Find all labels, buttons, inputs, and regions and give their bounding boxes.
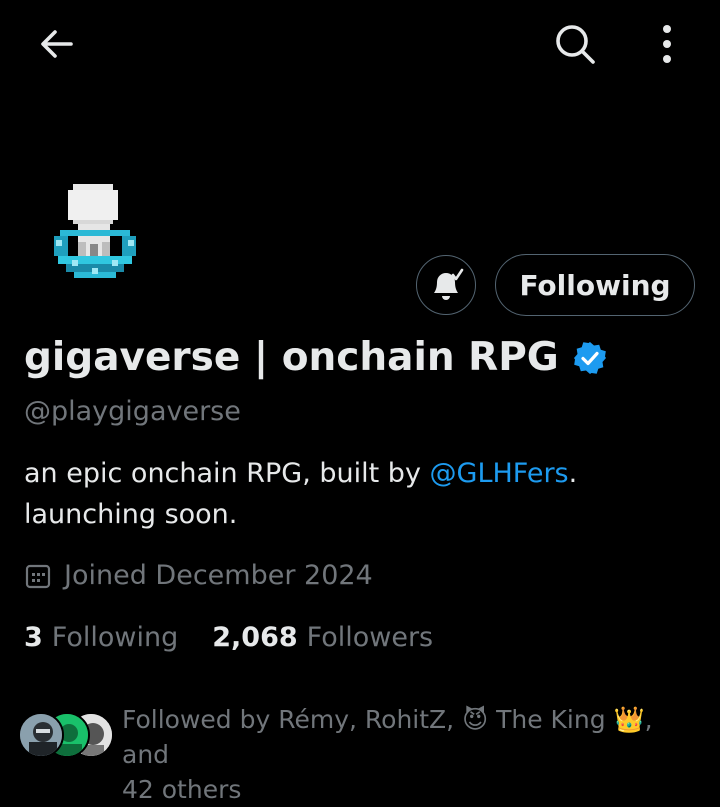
back-button[interactable] xyxy=(33,20,81,68)
calendar-icon xyxy=(25,564,51,588)
followed-by-text[interactable]: Followed by Rémy, RohitZ, 😈 The King 👑, … xyxy=(122,702,702,807)
followers-stat[interactable]: 2,068 Followers xyxy=(212,622,433,653)
devil-emoji: 😈 xyxy=(462,705,489,734)
pixel-ghost-avatar xyxy=(54,184,136,278)
followed-by-prefix: Followed by Rémy, RohitZ, xyxy=(122,705,463,734)
following-button-label: Following xyxy=(519,268,671,302)
profile-avatar[interactable] xyxy=(52,184,138,284)
bio-mention-link[interactable]: @GLHFers xyxy=(430,458,569,489)
joined-date: Joined December 2024 xyxy=(64,560,373,591)
followers-you-know-avatars[interactable] xyxy=(18,710,114,760)
bio-period: . xyxy=(568,458,578,489)
following-label: Following xyxy=(51,622,179,653)
following-count: 3 xyxy=(24,622,43,653)
more-button[interactable] xyxy=(643,20,691,68)
followers-count: 2,068 xyxy=(212,622,298,653)
followed-by-name: The King xyxy=(488,705,614,734)
bio-line2: launching soon. xyxy=(24,499,238,530)
user-handle: @playgigaverse xyxy=(24,396,241,427)
bell-check-icon xyxy=(434,268,464,300)
followers-label: Followers xyxy=(306,622,434,653)
crown-emoji: 👑 xyxy=(613,705,645,734)
display-name: gigaverse | onchain RPG xyxy=(24,335,559,380)
verified-badge-icon xyxy=(573,341,606,374)
display-name-row: gigaverse | onchain RPG xyxy=(24,335,607,380)
notifications-button[interactable] xyxy=(416,255,476,315)
followed-by-others: 42 others xyxy=(122,775,242,804)
following-button[interactable]: Following xyxy=(495,254,695,316)
search-icon xyxy=(556,25,595,64)
arrow-left-icon xyxy=(41,30,73,58)
bio: an epic onchain RPG, built by @GLHFers. … xyxy=(24,453,704,535)
joined-row: Joined December 2024 xyxy=(24,560,373,591)
bio-text: an epic onchain RPG, built by xyxy=(24,458,430,489)
avatar xyxy=(18,712,64,758)
more-vertical-icon xyxy=(663,25,671,63)
profile-stats: 3 Following 2,068 Followers xyxy=(24,622,467,653)
search-button[interactable] xyxy=(551,20,599,68)
following-stat[interactable]: 3 Following xyxy=(24,622,178,653)
